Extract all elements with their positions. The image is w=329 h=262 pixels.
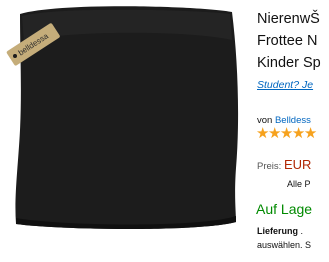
title-line-2: Frottee N [257,33,318,49]
price-row: Preis: EUR [257,157,311,172]
price-label: Preis: [257,161,282,172]
star-icon: ★ [279,125,293,142]
rating-stars[interactable]: ★★★★★ [256,124,317,142]
delivery-text: . [300,226,304,236]
delivery-line-2: auswählen. S [257,240,312,250]
title-line-1: NierenwŠ [257,11,320,27]
shipping-note: Alle P [287,179,311,189]
product-title[interactable]: NierenwŠ Frottee N Kinder Sp [257,8,329,74]
delivery-label: Lieferung [257,226,299,236]
product-image[interactable]: belldessa [0,0,250,262]
star-half-icon: ★ [303,125,317,142]
star-icon: ★ [256,125,269,142]
title-line-3: Kinder Sp [257,55,321,71]
price-value: EUR [283,157,312,172]
student-link[interactable]: Student? Je [257,79,313,91]
star-icon: ★ [291,125,305,142]
star-icon: ★ [267,125,281,142]
delivery-info: Lieferung . auswählen. S [257,224,311,252]
availability-status: Auf Lage [256,201,313,217]
